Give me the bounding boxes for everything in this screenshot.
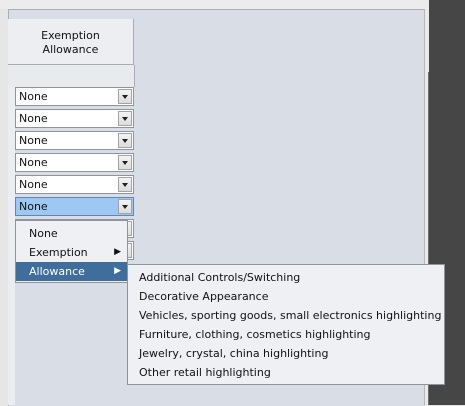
header-gap [8,65,135,87]
allowance-submenu: Additional Controls/Switching Decorative… [127,264,445,385]
menu-item-allowance[interactable]: Allowance ▶ [16,262,127,281]
submenu-item-furniture[interactable]: Furniture, clothing, cosmetics highlight… [139,328,371,347]
exemption-combo-row-2[interactable]: None [15,109,134,128]
submenu-item-other-retail[interactable]: Other retail highlighting [139,366,271,385]
menu-item-none[interactable]: None [16,224,127,243]
chevron-down-icon[interactable] [118,111,132,126]
exemption-combo-row-3[interactable]: None [15,131,134,150]
chevron-down-icon[interactable] [118,89,132,104]
row-margin [8,87,15,405]
chevron-right-icon: ▶ [114,247,121,257]
exemption-combo-row-5[interactable]: None [15,175,134,194]
submenu-item-decorative-appearance[interactable]: Decorative Appearance [139,290,268,309]
column-header-line2: Allowance [42,43,99,56]
top-strip [0,0,465,9]
chevron-down-icon[interactable] [118,133,132,148]
submenu-item-additional-controls[interactable]: Additional Controls/Switching [139,271,300,290]
menu-item-exemption[interactable]: Exemption ▶ [16,243,127,262]
exemption-combo-row-4[interactable]: None [15,153,134,172]
combo-value: None [19,112,48,125]
menu-item-label: Exemption [29,246,88,259]
combo-value: None [19,134,48,147]
menu-item-label: None [29,227,58,240]
combo-value: None [19,90,48,103]
chevron-right-icon: ▶ [114,266,121,276]
chevron-down-icon[interactable] [118,155,132,170]
combo-value: None [19,200,48,213]
menu-item-label: Allowance [29,265,85,278]
chevron-down-icon[interactable] [118,177,132,192]
combo-value: None [19,178,48,191]
exemption-combo-row-6[interactable]: None [15,197,134,216]
chevron-down-icon[interactable] [118,199,132,214]
submenu-item-vehicles[interactable]: Vehicles, sporting goods, small electron… [139,309,441,328]
submenu-item-jewelry[interactable]: Jewelry, crystal, china highlighting [139,347,328,366]
exemption-combo-row-1[interactable]: None [15,87,134,106]
dropdown-menu: None Exemption ▶ Allowance ▶ [15,220,128,283]
combo-value: None [19,156,48,169]
column-header-exemption-allowance[interactable]: Exemption Allowance [8,19,134,65]
column-header-line1: Exemption [41,29,100,42]
